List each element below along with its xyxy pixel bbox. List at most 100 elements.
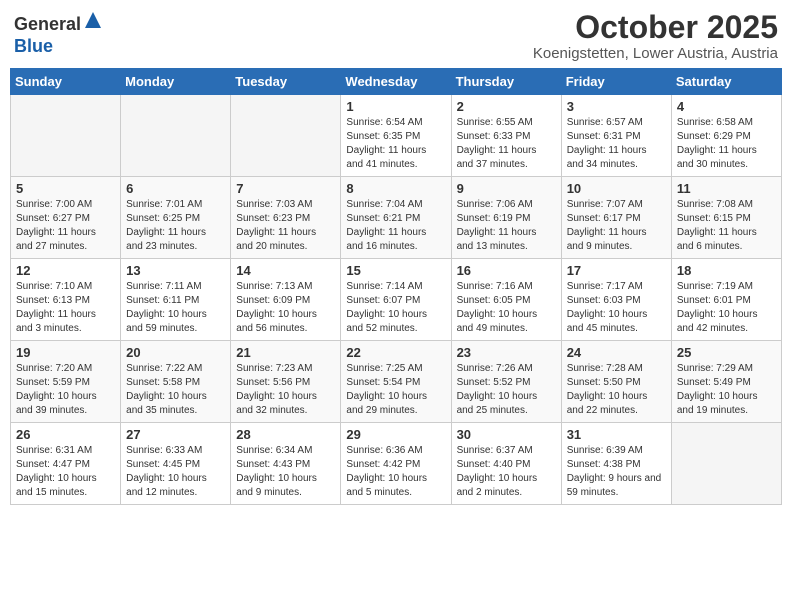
calendar-day-cell: 2 Sunrise: 6:55 AMSunset: 6:33 PMDaylight… <box>451 95 561 177</box>
calendar-day-cell: 29Sunrise: 6:36 AMSunset: 4:42 PMDayligh… <box>341 423 451 505</box>
day-info: Sunrise: 7:13 AMSunset: 6:09 PMDaylight:… <box>236 280 335 336</box>
calendar-header-row: SundayMondayTuesdayWednesdayThursdayFrid… <box>11 69 782 95</box>
title-block: October 2025 Koenigstetten, Lower Austri… <box>533 10 778 62</box>
day-number: 28 <box>236 427 335 442</box>
day-info: Sunrise: 7:26 AMSunset: 5:52 PMDaylight:… <box>457 362 556 418</box>
day-number: 7 <box>236 181 335 196</box>
day-info: Sunrise: 6:37 AMSunset: 4:40 PMDaylight:… <box>457 444 556 500</box>
day-info: Sunrise: 7:00 AMSunset: 6:27 PMDaylight:… <box>16 198 115 254</box>
day-of-week-header: Friday <box>561 69 671 95</box>
calendar-day-cell: 24Sunrise: 7:28 AMSunset: 5:50 PMDayligh… <box>561 341 671 423</box>
day-of-week-header: Tuesday <box>231 69 341 95</box>
day-info: Sunrise: 6:31 AMSunset: 4:47 PMDaylight:… <box>16 444 115 500</box>
calendar-day-cell: 25 Sunrise: 7:29 AMSunset: 5:49 PMDayligh… <box>671 341 781 423</box>
day-number: 4 <box>677 99 776 114</box>
day-info: Sunrise: 7:17 AMSunset: 6:03 PMDaylight:… <box>567 280 666 336</box>
day-info: Sunrise: 6:33 AMSunset: 4:45 PMDaylight:… <box>126 444 225 500</box>
day-number: 19 <box>16 345 115 360</box>
calendar-day-cell: 7Sunrise: 7:03 AMSunset: 6:23 PMDaylight… <box>231 177 341 259</box>
day-info: Sunrise: 6:34 AMSunset: 4:43 PMDaylight:… <box>236 444 335 500</box>
day-info: Sunrise: 6:36 AMSunset: 4:42 PMDaylight:… <box>346 444 445 500</box>
day-number: 15 <box>346 263 445 278</box>
day-info: Sunrise: 7:11 AMSunset: 6:11 PMDaylight:… <box>126 280 225 336</box>
day-info: Sunrise: 6:58 AMSunset: 6:29 PMDaylight:… <box>677 116 776 172</box>
day-of-week-header: Saturday <box>671 69 781 95</box>
calendar-day-cell: 8 Sunrise: 7:04 AMSunset: 6:21 PMDaylight… <box>341 177 451 259</box>
day-number: 6 <box>126 181 225 196</box>
day-number: 2 <box>457 99 556 114</box>
day-info: Sunrise: 7:20 AMSunset: 5:59 PMDaylight:… <box>16 362 115 418</box>
calendar-day-cell: 31Sunrise: 6:39 AMSunset: 4:38 PMDayligh… <box>561 423 671 505</box>
day-of-week-header: Wednesday <box>341 69 451 95</box>
day-number: 25 <box>677 345 776 360</box>
calendar-day-cell <box>671 423 781 505</box>
calendar-day-cell: 26 Sunrise: 6:31 AMSunset: 4:47 PMDayligh… <box>11 423 121 505</box>
day-number: 26 <box>16 427 115 442</box>
day-info: Sunrise: 7:04 AMSunset: 6:21 PMDaylight:… <box>346 198 445 254</box>
day-of-week-header: Thursday <box>451 69 561 95</box>
calendar-day-cell: 22Sunrise: 7:25 AMSunset: 5:54 PMDayligh… <box>341 341 451 423</box>
day-number: 5 <box>16 181 115 196</box>
day-info: Sunrise: 6:55 AMSunset: 6:33 PMDaylight:… <box>457 116 556 172</box>
calendar-day-cell: 1 Sunrise: 6:54 AMSunset: 6:35 PMDaylight… <box>341 95 451 177</box>
day-info: Sunrise: 7:29 AMSunset: 5:49 PMDaylight:… <box>677 362 776 418</box>
calendar-week-row: 5 Sunrise: 7:00 AMSunset: 6:27 PMDaylight… <box>11 177 782 259</box>
location: Koenigstetten, Lower Austria, Austria <box>533 45 778 62</box>
day-number: 18 <box>677 263 776 278</box>
page-header: General Blue October 2025 Koenigstetten,… <box>10 10 782 62</box>
calendar-day-cell: 15 Sunrise: 7:14 AMSunset: 6:07 PMDayligh… <box>341 259 451 341</box>
day-info: Sunrise: 7:22 AMSunset: 5:58 PMDaylight:… <box>126 362 225 418</box>
day-info: Sunrise: 7:14 AMSunset: 6:07 PMDaylight:… <box>346 280 445 336</box>
calendar-day-cell: 23 Sunrise: 7:26 AMSunset: 5:52 PMDayligh… <box>451 341 561 423</box>
day-info: Sunrise: 7:16 AMSunset: 6:05 PMDaylight:… <box>457 280 556 336</box>
day-info: Sunrise: 7:23 AMSunset: 5:56 PMDaylight:… <box>236 362 335 418</box>
day-number: 31 <box>567 427 666 442</box>
day-number: 8 <box>346 181 445 196</box>
day-of-week-header: Monday <box>121 69 231 95</box>
day-info: Sunrise: 7:19 AMSunset: 6:01 PMDaylight:… <box>677 280 776 336</box>
calendar-day-cell: 10Sunrise: 7:07 AMSunset: 6:17 PMDayligh… <box>561 177 671 259</box>
day-number: 12 <box>16 263 115 278</box>
calendar-day-cell: 19 Sunrise: 7:20 AMSunset: 5:59 PMDayligh… <box>11 341 121 423</box>
day-info: Sunrise: 7:28 AMSunset: 5:50 PMDaylight:… <box>567 362 666 418</box>
day-number: 11 <box>677 181 776 196</box>
calendar-day-cell <box>231 95 341 177</box>
calendar-day-cell <box>121 95 231 177</box>
calendar-day-cell: 11Sunrise: 7:08 AMSunset: 6:15 PMDayligh… <box>671 177 781 259</box>
day-number: 14 <box>236 263 335 278</box>
day-number: 3 <box>567 99 666 114</box>
calendar-day-cell: 9 Sunrise: 7:06 AMSunset: 6:19 PMDaylight… <box>451 177 561 259</box>
logo-general-text: General <box>14 14 81 34</box>
calendar-day-cell: 4 Sunrise: 6:58 AMSunset: 6:29 PMDaylight… <box>671 95 781 177</box>
calendar-week-row: 19 Sunrise: 7:20 AMSunset: 5:59 PMDayligh… <box>11 341 782 423</box>
calendar-day-cell: 16 Sunrise: 7:16 AMSunset: 6:05 PMDayligh… <box>451 259 561 341</box>
calendar-day-cell: 13Sunrise: 7:11 AMSunset: 6:11 PMDayligh… <box>121 259 231 341</box>
calendar-day-cell: 3 Sunrise: 6:57 AMSunset: 6:31 PMDaylight… <box>561 95 671 177</box>
day-number: 16 <box>457 263 556 278</box>
calendar-day-cell <box>11 95 121 177</box>
day-number: 30 <box>457 427 556 442</box>
day-info: Sunrise: 7:10 AMSunset: 6:13 PMDaylight:… <box>16 280 115 336</box>
calendar-week-row: 26 Sunrise: 6:31 AMSunset: 4:47 PMDayligh… <box>11 423 782 505</box>
logo-blue-text: Blue <box>14 36 53 56</box>
day-number: 23 <box>457 345 556 360</box>
day-info: Sunrise: 6:54 AMSunset: 6:35 PMDaylight:… <box>346 116 445 172</box>
day-info: Sunrise: 7:01 AMSunset: 6:25 PMDaylight:… <box>126 198 225 254</box>
day-number: 21 <box>236 345 335 360</box>
day-number: 20 <box>126 345 225 360</box>
day-info: Sunrise: 6:57 AMSunset: 6:31 PMDaylight:… <box>567 116 666 172</box>
calendar-day-cell: 6 Sunrise: 7:01 AMSunset: 6:25 PMDaylight… <box>121 177 231 259</box>
calendar-day-cell: 17Sunrise: 7:17 AMSunset: 6:03 PMDayligh… <box>561 259 671 341</box>
day-info: Sunrise: 7:07 AMSunset: 6:17 PMDaylight:… <box>567 198 666 254</box>
calendar-week-row: 1 Sunrise: 6:54 AMSunset: 6:35 PMDaylight… <box>11 95 782 177</box>
day-info: Sunrise: 7:06 AMSunset: 6:19 PMDaylight:… <box>457 198 556 254</box>
logo-icon <box>83 10 103 30</box>
calendar-day-cell: 18 Sunrise: 7:19 AMSunset: 6:01 PMDayligh… <box>671 259 781 341</box>
calendar-day-cell: 30 Sunrise: 6:37 AMSunset: 4:40 PMDayligh… <box>451 423 561 505</box>
day-number: 9 <box>457 181 556 196</box>
calendar-day-cell: 20 Sunrise: 7:22 AMSunset: 5:58 PMDayligh… <box>121 341 231 423</box>
day-number: 27 <box>126 427 225 442</box>
calendar-week-row: 12 Sunrise: 7:10 AMSunset: 6:13 PMDayligh… <box>11 259 782 341</box>
day-number: 1 <box>346 99 445 114</box>
day-info: Sunrise: 7:25 AMSunset: 5:54 PMDaylight:… <box>346 362 445 418</box>
